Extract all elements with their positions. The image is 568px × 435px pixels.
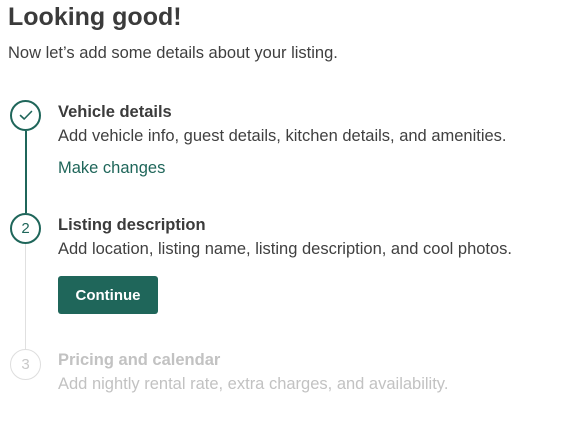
step-3-number: 3 (21, 356, 30, 373)
step-3-description: Add nightly rental rate, extra charges, … (58, 375, 449, 393)
page-subtitle: Now let’s add some details about your li… (8, 44, 338, 62)
page-title: Looking good! (8, 3, 182, 31)
step-2-title: Listing description (58, 216, 206, 234)
step-connector-pending (24, 244, 26, 349)
step-2-description: Add location, listing name, listing desc… (58, 240, 513, 258)
step-1-description: Add vehicle info, guest details, kitchen… (58, 127, 507, 145)
step-connector-completed (24, 131, 27, 213)
checkmark-icon (19, 110, 33, 121)
step-2-indicator: 2 (10, 213, 41, 244)
continue-button[interactable]: Continue (58, 276, 158, 314)
step-2-number: 2 (21, 220, 30, 237)
make-changes-link[interactable]: Make changes (58, 158, 165, 178)
step-1-title: Vehicle details (58, 103, 172, 121)
step-3-title: Pricing and calendar (58, 351, 221, 369)
step-3-indicator: 3 (10, 349, 41, 380)
step-1-indicator (10, 100, 41, 131)
